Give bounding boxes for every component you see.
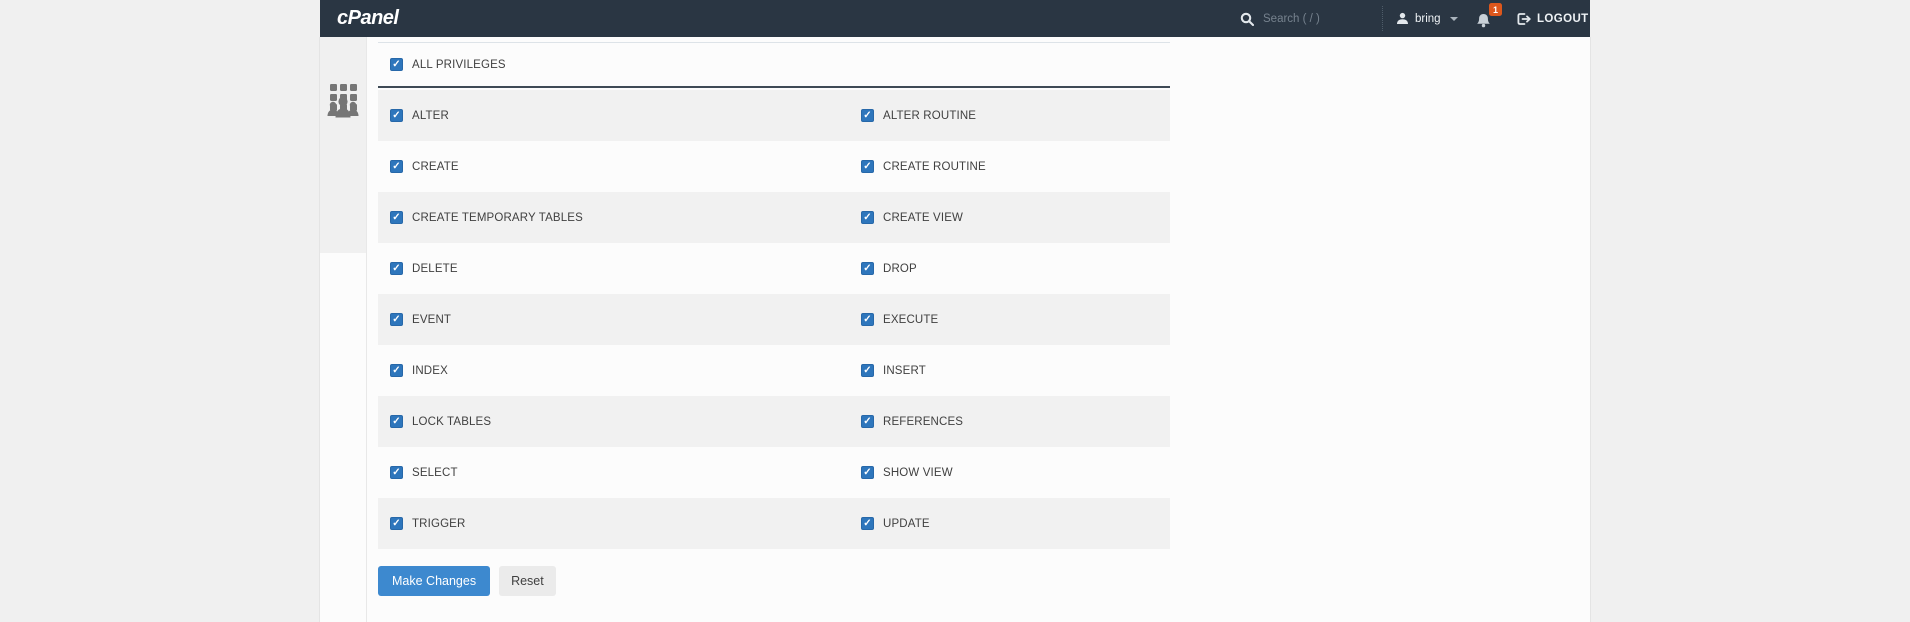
form-actions: Make Changes Reset <box>378 566 556 596</box>
privilege-label: EVENT <box>412 313 452 326</box>
privilege-label: ALTER <box>412 109 449 122</box>
logout-icon <box>1516 12 1531 26</box>
app-right-border <box>1590 37 1591 622</box>
privilege-row: INDEX INSERT <box>378 345 1170 396</box>
checkbox-create[interactable] <box>390 160 403 173</box>
user-group-icon <box>326 96 360 119</box>
privilege-row: CREATE CREATE ROUTINE <box>378 141 1170 192</box>
sidebar <box>320 37 366 253</box>
all-privileges-label: ALL PRIVILEGES <box>412 58 506 71</box>
all-privileges-row: ALL PRIVILEGES <box>378 42 1170 88</box>
checkbox-drop[interactable] <box>861 262 874 275</box>
privilege-row: ALTER ALTER ROUTINE <box>378 90 1170 141</box>
privilege-label: CREATE VIEW <box>883 211 964 224</box>
checkbox-show-view[interactable] <box>861 466 874 479</box>
logout-label: LOGOUT <box>1537 12 1589 25</box>
all-privileges-checkbox[interactable] <box>390 58 403 71</box>
privilege-row: TRIGGER UPDATE <box>378 498 1170 549</box>
checkbox-alter[interactable] <box>390 109 403 122</box>
top-navbar: cPanel Search ( / ) bring 1 LOGOUT <box>320 0 1590 37</box>
user-menu-button[interactable]: bring <box>1396 0 1458 37</box>
privilege-label: TRIGGER <box>412 517 466 530</box>
search-placeholder: Search ( / ) <box>1263 12 1320 25</box>
logout-button[interactable]: LOGOUT <box>1516 0 1589 37</box>
privilege-label: CREATE ROUTINE <box>883 160 986 173</box>
privilege-label: INSERT <box>883 364 926 377</box>
checkbox-trigger[interactable] <box>390 517 403 530</box>
privilege-label: DELETE <box>412 262 458 275</box>
checkbox-event[interactable] <box>390 313 403 326</box>
sidebar-item-users[interactable] <box>326 90 360 124</box>
privilege-row: EVENT EXECUTE <box>378 294 1170 345</box>
privilege-label: EXECUTE <box>883 313 939 326</box>
checkbox-lock-tables[interactable] <box>390 415 403 428</box>
username-label: bring <box>1415 12 1441 25</box>
reset-button[interactable]: Reset <box>499 566 556 596</box>
checkbox-create-temporary-tables[interactable] <box>390 211 403 224</box>
privileges-table: ALTER ALTER ROUTINE CREATE CREATE ROUTIN… <box>378 90 1170 549</box>
search-input[interactable]: Search ( / ) <box>1240 0 1320 37</box>
privilege-label: ALTER ROUTINE <box>883 109 977 122</box>
privilege-label: CREATE <box>412 160 459 173</box>
checkbox-index[interactable] <box>390 364 403 377</box>
privilege-label: DROP <box>883 262 917 275</box>
checkbox-insert[interactable] <box>861 364 874 377</box>
notification-badge: 1 <box>1489 3 1502 16</box>
header-divider <box>1382 6 1383 31</box>
privilege-row: DELETE DROP <box>378 243 1170 294</box>
checkbox-update[interactable] <box>861 517 874 530</box>
checkbox-references[interactable] <box>861 415 874 428</box>
cpanel-logo: cPanel <box>337 7 399 29</box>
checkbox-create-view[interactable] <box>861 211 874 224</box>
privilege-label: SELECT <box>412 466 458 479</box>
privilege-row: SELECT SHOW VIEW <box>378 447 1170 498</box>
checkbox-select[interactable] <box>390 466 403 479</box>
notifications-button[interactable]: 1 <box>1475 0 1509 37</box>
checkbox-delete[interactable] <box>390 262 403 275</box>
content-left-border <box>366 37 367 622</box>
privilege-label: LOCK TABLES <box>412 415 492 428</box>
privilege-label: CREATE TEMPORARY TABLES <box>412 211 583 224</box>
checkbox-create-routine[interactable] <box>861 160 874 173</box>
checkbox-alter-routine[interactable] <box>861 109 874 122</box>
search-icon <box>1240 12 1254 26</box>
make-changes-button[interactable]: Make Changes <box>378 566 491 596</box>
privilege-row: CREATE TEMPORARY TABLES CREATE VIEW <box>378 192 1170 243</box>
privilege-row: LOCK TABLES REFERENCES <box>378 396 1170 447</box>
privilege-label: INDEX <box>412 364 448 377</box>
privilege-label: UPDATE <box>883 517 930 530</box>
checkbox-execute[interactable] <box>861 313 874 326</box>
chevron-down-icon <box>1449 16 1458 21</box>
user-icon <box>1396 12 1409 25</box>
privilege-label: SHOW VIEW <box>883 466 953 479</box>
privilege-label: REFERENCES <box>883 415 964 428</box>
